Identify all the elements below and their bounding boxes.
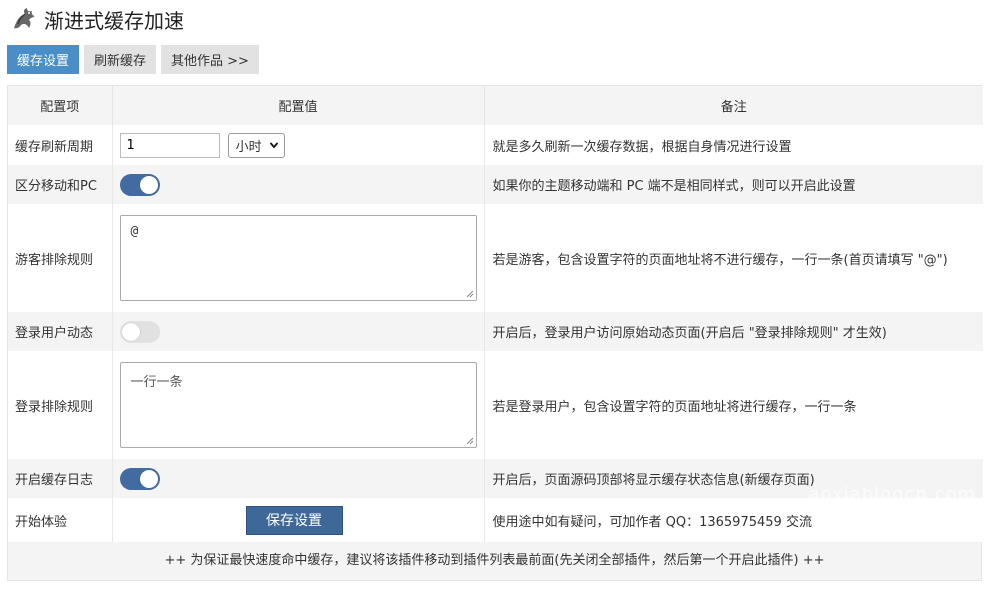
table-row: 登录用户动态 开启后，登录用户访问原始动态页面(开启后 "登录排除规则" 才生效… (8, 312, 983, 351)
chevron-down-icon (269, 142, 278, 149)
row-note: 如果你的主题移动端和 PC 端不是相同样式，则可以开启此设置 (484, 165, 983, 204)
toggle-knob (121, 322, 140, 341)
logged-dynamic-toggle[interactable] (119, 320, 160, 343)
app-header: 渐进式缓存加速 (10, 4, 184, 34)
row-label: 游客排除规则 (8, 204, 113, 312)
tab-bar: 缓存设置 刷新缓存 其他作品 >> (7, 45, 259, 74)
column-header-value: 配置值 (112, 86, 485, 125)
row-note: 就是多久刷新一次缓存数据，根据自身情况进行设置 (484, 125, 983, 165)
toggle-knob (139, 175, 158, 194)
resize-grip-icon[interactable] (466, 290, 474, 298)
refresh-period-input[interactable] (119, 132, 220, 158)
toggle-knob (139, 469, 158, 488)
logged-exclude-placeholder: 一行一条 (130, 375, 183, 390)
row-note: 若是登录用户，包含设置字符的页面地址将进行缓存，一行一条 (484, 351, 983, 459)
row-note: 若是游客，包含设置字符的页面地址将不进行缓存，一行一条(首页请填写 "@") (484, 204, 983, 312)
row-label: 缓存刷新周期 (8, 125, 113, 165)
settings-table: 配置项 配置值 备注 缓存刷新周期 小时 就是多久刷新一次缓存数据，根据自身情况… (7, 85, 983, 581)
save-settings-button[interactable]: 保存设置 (245, 505, 343, 535)
row-label: 开启缓存日志 (8, 459, 113, 498)
tab-cache-settings[interactable]: 缓存设置 (7, 45, 80, 74)
row-label: 开始体验 (8, 498, 113, 542)
guest-exclude-value: @ (130, 224, 139, 239)
table-row: 游客排除规则 @ 若是游客，包含设置字符的页面地址将不进行缓存，一行一条(首页请… (8, 204, 983, 312)
resize-grip-icon[interactable] (466, 437, 474, 445)
column-header-note: 备注 (484, 86, 983, 125)
logged-exclude-textarea[interactable]: 一行一条 (119, 362, 477, 448)
tab-other-works[interactable]: 其他作品 >> (161, 45, 259, 74)
tab-refresh-cache[interactable]: 刷新缓存 (84, 45, 157, 74)
row-note: 开启后，登录用户访问原始动态页面(开启后 "登录排除规则" 才生效) (484, 312, 983, 351)
table-row: 缓存刷新周期 小时 就是多久刷新一次缓存数据，根据自身情况进行设置 (8, 125, 983, 165)
watermark: aoxiablogcn.com (808, 484, 976, 505)
table-row: 登录排除规则 一行一条 若是登录用户，包含设置字符的页面地址将进行缓存，一行一条 (8, 351, 983, 459)
mobile-pc-toggle[interactable] (119, 173, 160, 196)
cache-log-toggle[interactable] (119, 467, 160, 490)
row-label: 登录用户动态 (8, 312, 113, 351)
refresh-unit-value: 小时 (235, 139, 262, 155)
row-label: 区分移动和PC (8, 165, 113, 204)
page-title: 渐进式缓存加速 (44, 8, 184, 33)
row-label: 登录排除规则 (8, 351, 113, 459)
guest-exclude-textarea[interactable]: @ (119, 215, 477, 301)
refresh-unit-select[interactable]: 小时 (227, 132, 285, 158)
table-row: 区分移动和PC 如果你的主题移动端和 PC 端不是相同样式，则可以开启此设置 (8, 165, 983, 204)
footer-tip: ++ 为保证最快速度命中缓存，建议将该插件移动到插件列表最前面(先关闭全部插件，… (8, 542, 981, 580)
column-header-item: 配置项 (8, 86, 113, 125)
dragon-logo-icon (10, 5, 38, 33)
